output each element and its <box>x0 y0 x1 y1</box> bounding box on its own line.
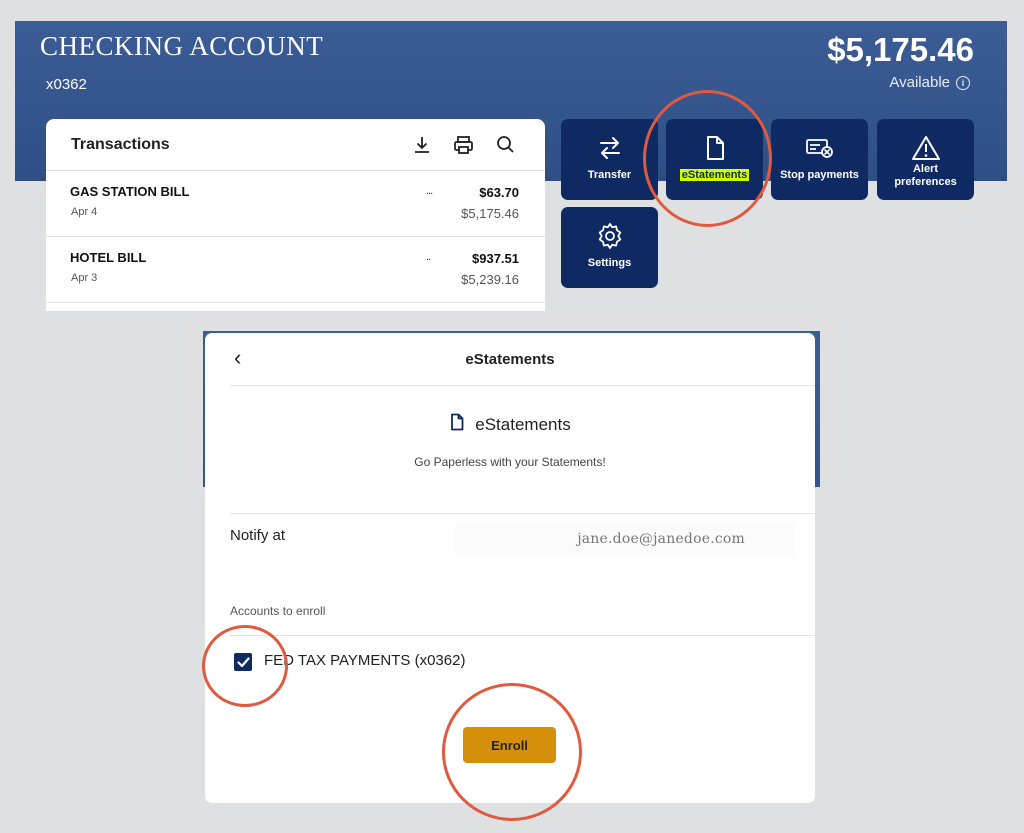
transactions-toolbar <box>413 135 515 155</box>
modal-title: eStatements <box>465 351 555 368</box>
divider <box>230 513 815 514</box>
notify-label: Notify at <box>230 527 286 544</box>
transaction-running-balance: $5,239.16 <box>461 272 519 287</box>
modal-subtitle: Go Paperless with your Statements! <box>414 455 606 469</box>
alert-preferences-button[interactable]: Alert preferences <box>877 119 974 200</box>
transaction-row[interactable]: GAS STATION BILL Apr 4 ... $63.70 $5,175… <box>46 171 545 237</box>
accounts-to-enroll-label: Accounts to enroll <box>230 604 326 618</box>
transaction-date: Apr 4 <box>71 206 98 218</box>
transaction-name: HOTEL BILL <box>70 250 147 265</box>
transfer-icon <box>597 134 623 162</box>
transaction-menu[interactable]: ... <box>426 185 433 197</box>
gear-icon <box>595 222 625 250</box>
print-icon[interactable] <box>453 135 474 155</box>
stop-payments-label: Stop payments <box>780 169 859 181</box>
transaction-date: Apr 3 <box>71 272 98 284</box>
settings-label: Settings <box>587 257 632 269</box>
transactions-header: Transactions <box>46 119 545 171</box>
estatements-brand: eStatements <box>205 413 815 436</box>
transfer-label: Transfer <box>587 169 632 181</box>
alert-preferences-label: Alert preferences <box>894 163 957 188</box>
account-overview-screenshot: CHECKING ACCOUNT x0362 $5,175.46 Availab… <box>15 21 1007 311</box>
transactions-title: Transactions <box>71 135 170 153</box>
account-balance: $5,175.46 <box>827 31 974 68</box>
account-option-label: FED TAX PAYMENTS (x0362) <box>264 652 466 669</box>
annotation-circle <box>202 625 288 707</box>
stop-payments-button[interactable]: Stop payments <box>771 119 868 200</box>
modal-header: ‹ eStatements <box>230 333 815 386</box>
document-icon <box>449 413 465 436</box>
available-label: Available i <box>889 74 970 91</box>
info-icon[interactable]: i <box>956 75 970 90</box>
annotation-circle <box>442 683 582 821</box>
annotation-circle <box>643 90 772 227</box>
transaction-name: GAS STATION BILL <box>70 184 190 199</box>
alert-icon <box>911 134 941 162</box>
divider <box>230 635 815 636</box>
transaction-row[interactable]: HOTEL BILL Apr 3 .. $937.51 $5,239.16 <box>46 237 545 303</box>
transaction-running-balance: $5,175.46 <box>461 206 519 221</box>
account-title: CHECKING ACCOUNT <box>40 31 324 61</box>
stop-payment-icon <box>805 134 835 162</box>
brand-name: eStatements <box>475 414 571 434</box>
transaction-amount: $63.70 <box>479 185 519 200</box>
account-number: x0362 <box>46 76 87 93</box>
transaction-amount: $937.51 <box>472 251 519 266</box>
search-icon[interactable] <box>496 135 515 154</box>
download-icon[interactable] <box>413 135 431 155</box>
settings-button[interactable]: Settings <box>561 207 658 288</box>
transactions-card: Transactions GAS STATION BILL Apr 4 ... … <box>46 119 545 311</box>
transaction-menu[interactable]: .. <box>426 251 431 263</box>
email-field[interactable] <box>455 523 795 555</box>
available-text: Available <box>889 74 950 91</box>
